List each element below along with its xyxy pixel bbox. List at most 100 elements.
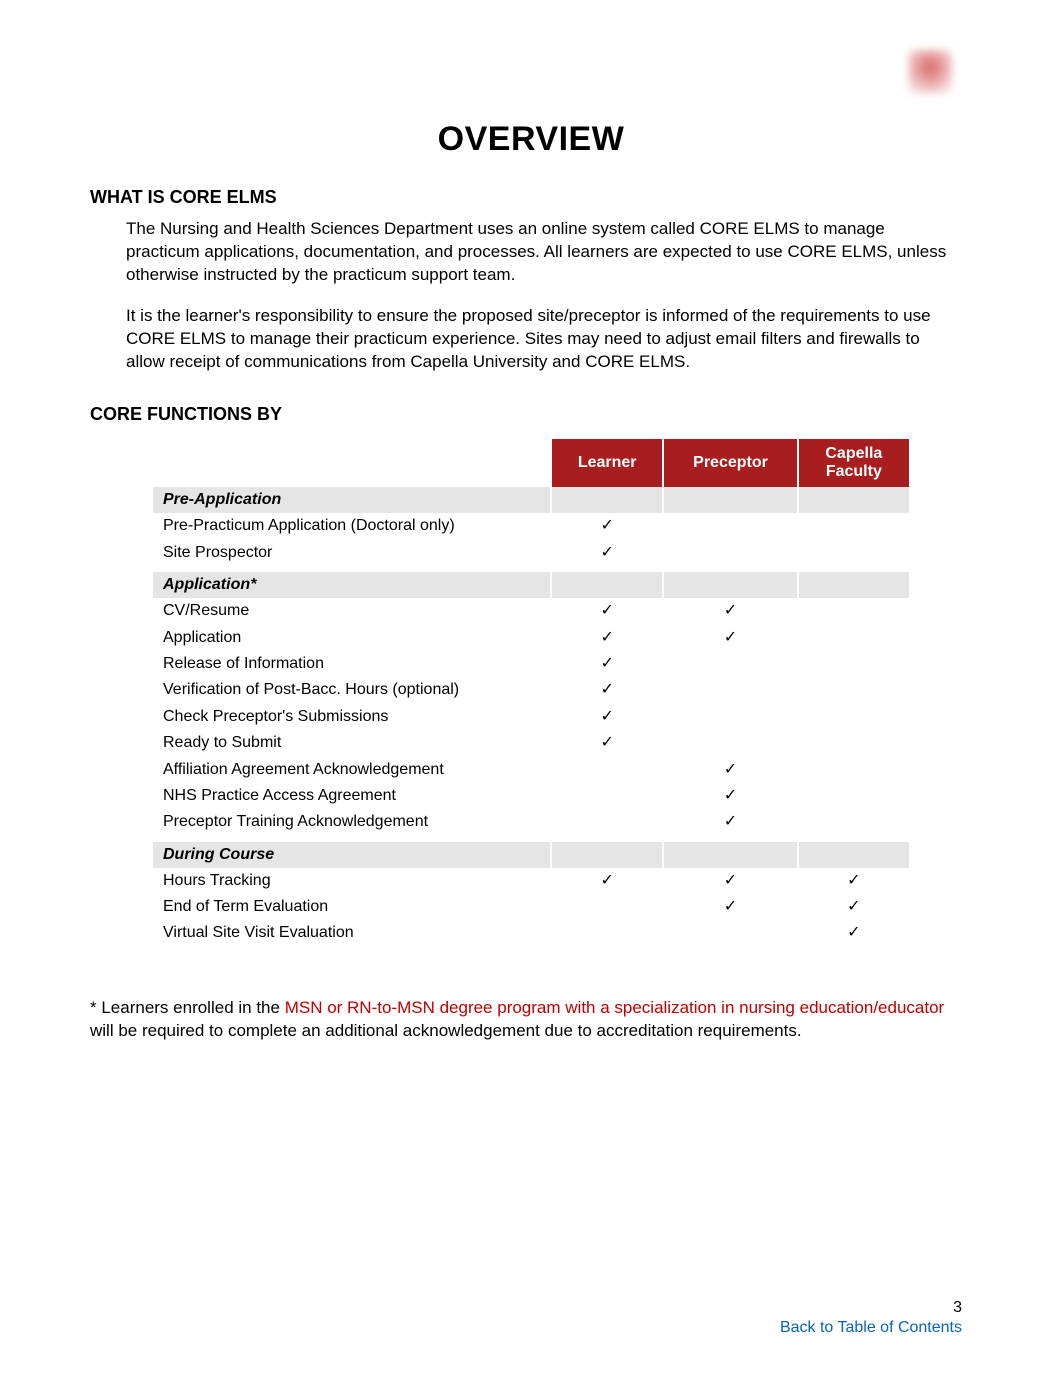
table-cell-faculty <box>799 783 909 809</box>
table-cell-preceptor: ✓ <box>664 783 796 809</box>
table-row-label: Preceptor Training Acknowledgement <box>153 809 550 835</box>
table-row-label: Virtual Site Visit Evaluation <box>153 920 550 946</box>
check-icon: ✓ <box>600 655 613 672</box>
what-is-paragraph-2: It is the learner's responsibility to en… <box>126 305 952 374</box>
page-number: 3 <box>780 1299 962 1317</box>
table-section-gap <box>552 487 662 513</box>
institution-logo <box>908 50 952 94</box>
check-icon: ✓ <box>847 898 860 915</box>
check-icon: ✓ <box>724 898 737 915</box>
table-cell-faculty <box>799 757 909 783</box>
table-row: End of Term Evaluation ✓ ✓ <box>153 894 909 920</box>
check-icon: ✓ <box>724 813 737 830</box>
section-heading-core-functions: CORE FUNCTIONS BY <box>90 404 972 425</box>
table-cell-learner: ✓ <box>552 704 662 730</box>
table-row: Release of Information ✓ <box>153 651 909 677</box>
table-row-label: Verification of Post-Bacc. Hours (option… <box>153 677 550 703</box>
table-section-gap <box>799 842 909 868</box>
check-icon: ✓ <box>600 602 613 619</box>
table-section-title: Application* <box>153 572 550 598</box>
table-cell-preceptor: ✓ <box>664 625 796 651</box>
page-title: OVERVIEW <box>90 120 972 159</box>
table-section-row: Pre-Application <box>153 487 909 513</box>
table-cell-faculty <box>799 651 909 677</box>
table-row-label: Check Preceptor's Submissions <box>153 704 550 730</box>
footnote-prefix: * Learners enrolled in the <box>90 998 285 1017</box>
table-row-label: Release of Information <box>153 651 550 677</box>
table-row-label: Site Prospector <box>153 540 550 566</box>
table-cell-preceptor <box>664 677 796 703</box>
table-section-gap <box>552 572 662 598</box>
table-row-label: Affiliation Agreement Acknowledgement <box>153 757 550 783</box>
table-cell-preceptor <box>664 651 796 677</box>
table-row: Pre-Practicum Application (Doctoral only… <box>153 513 909 539</box>
footnote-suffix: will be required to complete an addition… <box>90 1021 802 1040</box>
back-to-toc-link[interactable]: Back to Table of Contents <box>780 1319 962 1336</box>
table-header-faculty-line2: Faculty <box>826 463 882 480</box>
table-row-label: Application <box>153 625 550 651</box>
table-cell-preceptor: ✓ <box>664 809 796 835</box>
table-row: Virtual Site Visit Evaluation ✓ <box>153 920 909 946</box>
table-row: Verification of Post-Bacc. Hours (option… <box>153 677 909 703</box>
check-icon: ✓ <box>724 629 737 646</box>
check-icon: ✓ <box>847 924 860 941</box>
table-cell-learner: ✓ <box>552 598 662 624</box>
table-cell-learner: ✓ <box>552 540 662 566</box>
table-header-faculty: Capella Faculty <box>799 439 909 488</box>
table-row: Check Preceptor's Submissions✓ <box>153 704 909 730</box>
table-row-label: End of Term Evaluation <box>153 894 550 920</box>
table-header-learner: Learner <box>552 439 662 488</box>
table-cell-preceptor <box>664 730 796 756</box>
table-cell-preceptor <box>664 540 796 566</box>
table-cell-faculty <box>799 704 909 730</box>
table-header-blank <box>153 439 550 488</box>
table-row-label: Ready to Submit <box>153 730 550 756</box>
table-row-label: Hours Tracking <box>153 868 550 894</box>
table-section-gap <box>799 487 909 513</box>
check-icon: ✓ <box>724 761 737 778</box>
table-cell-faculty <box>799 625 909 651</box>
check-icon: ✓ <box>600 544 613 561</box>
table-row: Hours Tracking ✓ ✓ ✓ <box>153 868 909 894</box>
table-cell-learner: ✓ <box>552 677 662 703</box>
table-section-gap <box>664 572 796 598</box>
table-cell-preceptor: ✓ <box>664 757 796 783</box>
table-row-label: CV/Resume <box>153 598 550 624</box>
table-cell-learner: ✓ <box>552 730 662 756</box>
table-cell-preceptor <box>664 704 796 730</box>
footnote-highlight: MSN or RN-to-MSN degree program with a s… <box>285 998 945 1017</box>
table-section-gap <box>799 572 909 598</box>
table-row: Affiliation Agreement Acknowledgement ✓ <box>153 757 909 783</box>
table-row-label: NHS Practice Access Agreement <box>153 783 550 809</box>
page-footer: 3 Back to Table of Contents <box>780 1299 962 1337</box>
table-row: Site Prospector ✓ <box>153 540 909 566</box>
table-group-spacer <box>153 947 909 953</box>
table-cell-preceptor: ✓ <box>664 868 796 894</box>
table-cell-preceptor <box>664 513 796 539</box>
table-header-row: Learner Preceptor Capella Faculty <box>153 439 909 488</box>
table-cell-learner <box>552 894 662 920</box>
table-cell-faculty <box>799 513 909 539</box>
table-cell-learner: ✓ <box>552 625 662 651</box>
table-section-row: Application* <box>153 572 909 598</box>
section-heading-what-is: WHAT IS CORE ELMS <box>90 187 972 208</box>
check-icon: ✓ <box>600 629 613 646</box>
table-header-preceptor: Preceptor <box>664 439 796 488</box>
table-cell-faculty: ✓ <box>799 894 909 920</box>
table-row: NHS Practice Access Agreement ✓ <box>153 783 909 809</box>
table-cell-faculty <box>799 809 909 835</box>
table-cell-learner: ✓ <box>552 651 662 677</box>
table-cell-learner <box>552 809 662 835</box>
table-section-row: During Course <box>153 842 909 868</box>
table-cell-learner <box>552 920 662 946</box>
check-icon: ✓ <box>847 872 860 889</box>
table-section-gap <box>552 842 662 868</box>
footnote: * Learners enrolled in the MSN or RN-to-… <box>90 997 972 1043</box>
table-section-gap <box>664 487 796 513</box>
table-section-gap <box>664 842 796 868</box>
table-cell-learner <box>552 783 662 809</box>
table-cell-faculty: ✓ <box>799 868 909 894</box>
table-cell-faculty <box>799 677 909 703</box>
table-row: Ready to Submit✓ <box>153 730 909 756</box>
check-icon: ✓ <box>600 872 613 889</box>
